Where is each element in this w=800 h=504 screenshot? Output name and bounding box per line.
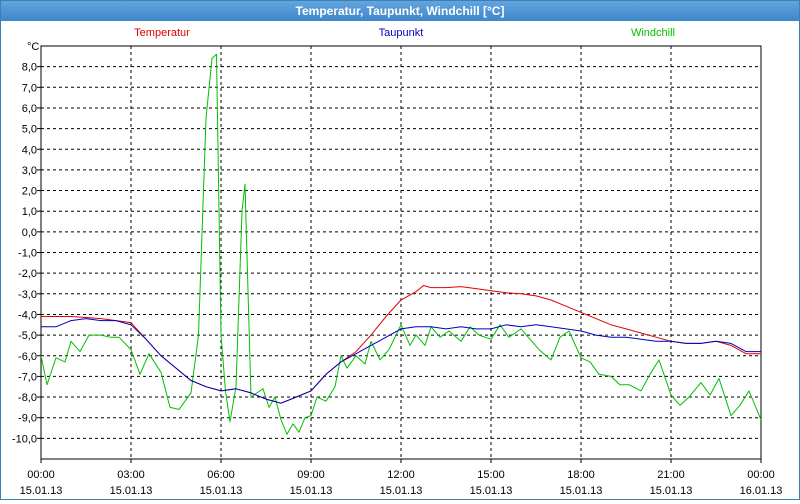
x-tick-date-label: 15.01.13 [650, 485, 693, 497]
x-tick-time-label: 06:00 [207, 469, 235, 481]
x-tick-date-label: 15.01.13 [470, 485, 513, 497]
x-tick-date-label: 15.01.13 [290, 485, 333, 497]
legend-item-temperatur: Temperatur [134, 27, 190, 39]
chart-window: Temperatur, Taupunkt, Windchill [°C] Tem… [0, 0, 800, 500]
grid-lines [40, 45, 762, 460]
x-tick-date-label: 15.01.13 [200, 485, 243, 497]
series-line-temperatur [41, 285, 761, 404]
legend-item-taupunkt: Taupunkt [379, 27, 424, 39]
y-tick-label: -6,0 [18, 351, 37, 363]
y-tick-label: -2,0 [18, 268, 37, 280]
y-tick-label: -1,0 [18, 248, 37, 260]
window-title: Temperatur, Taupunkt, Windchill [°C] [1, 1, 799, 21]
x-tick-time-label: 21:00 [657, 469, 685, 481]
legend-item-windchill: Windchill [631, 27, 675, 39]
plot-area: Temperatur Taupunkt Windchill °C 8,0 7,0 6,0… [1, 21, 799, 504]
y-tick-label: -4,0 [18, 309, 37, 321]
x-tick-time-label: 09:00 [297, 469, 325, 481]
x-tick-date-label: 15.01.13 [110, 485, 153, 497]
y-tick-label: -8,0 [18, 392, 37, 404]
x-tick-date-label: 15.01.13 [20, 485, 63, 497]
line-chart: Temperatur Taupunkt Windchill °C 8,0 7,0 6,0… [12, 27, 783, 497]
y-tick-label: 5,0 [22, 124, 37, 136]
x-tick-time-label: 15:00 [477, 469, 505, 481]
y-tick-label: 4,0 [22, 144, 37, 156]
x-tick-date-label: 15.01.13 [560, 485, 603, 497]
y-tick-label: -7,0 [18, 371, 37, 383]
y-tick-label: -3,0 [18, 289, 37, 301]
y-tick-label: -5,0 [18, 330, 37, 342]
legend: Temperatur Taupunkt Windchill [134, 27, 675, 39]
x-tick-time-label: 18:00 [567, 469, 595, 481]
y-tick-label: -9,0 [18, 413, 37, 425]
y-tick-label: 2,0 [22, 186, 37, 198]
y-tick-label: 0,0 [22, 227, 37, 239]
y-tick-label: 3,0 [22, 165, 37, 177]
x-tick-date-label: 16.01.13 [740, 485, 783, 497]
y-tick-label: -10,0 [12, 433, 37, 445]
x-tick-time-label: 00:00 [27, 469, 55, 481]
x-tick-time-label: 12:00 [387, 469, 415, 481]
x-tick-time-label: 03:00 [117, 469, 145, 481]
y-axis-unit: °C [27, 41, 39, 53]
y-tick-label: 8,0 [22, 62, 37, 74]
y-tick-label: 7,0 [22, 82, 37, 94]
y-axis: °C 8,0 7,0 6,0 5,0 4,0 3,0 2,0 1,0 0,0 -1,0 -2,0 -3… [12, 41, 41, 445]
y-tick-label: 1,0 [22, 206, 37, 218]
y-tick-label: 6,0 [22, 103, 37, 115]
x-tick-time-label: 00:00 [747, 469, 775, 481]
x-tick-date-label: 15.01.13 [380, 485, 423, 497]
x-axis: 00:00 15.01.13 03:00 15.01.13 06:00 15.01.13 0… [20, 459, 783, 497]
